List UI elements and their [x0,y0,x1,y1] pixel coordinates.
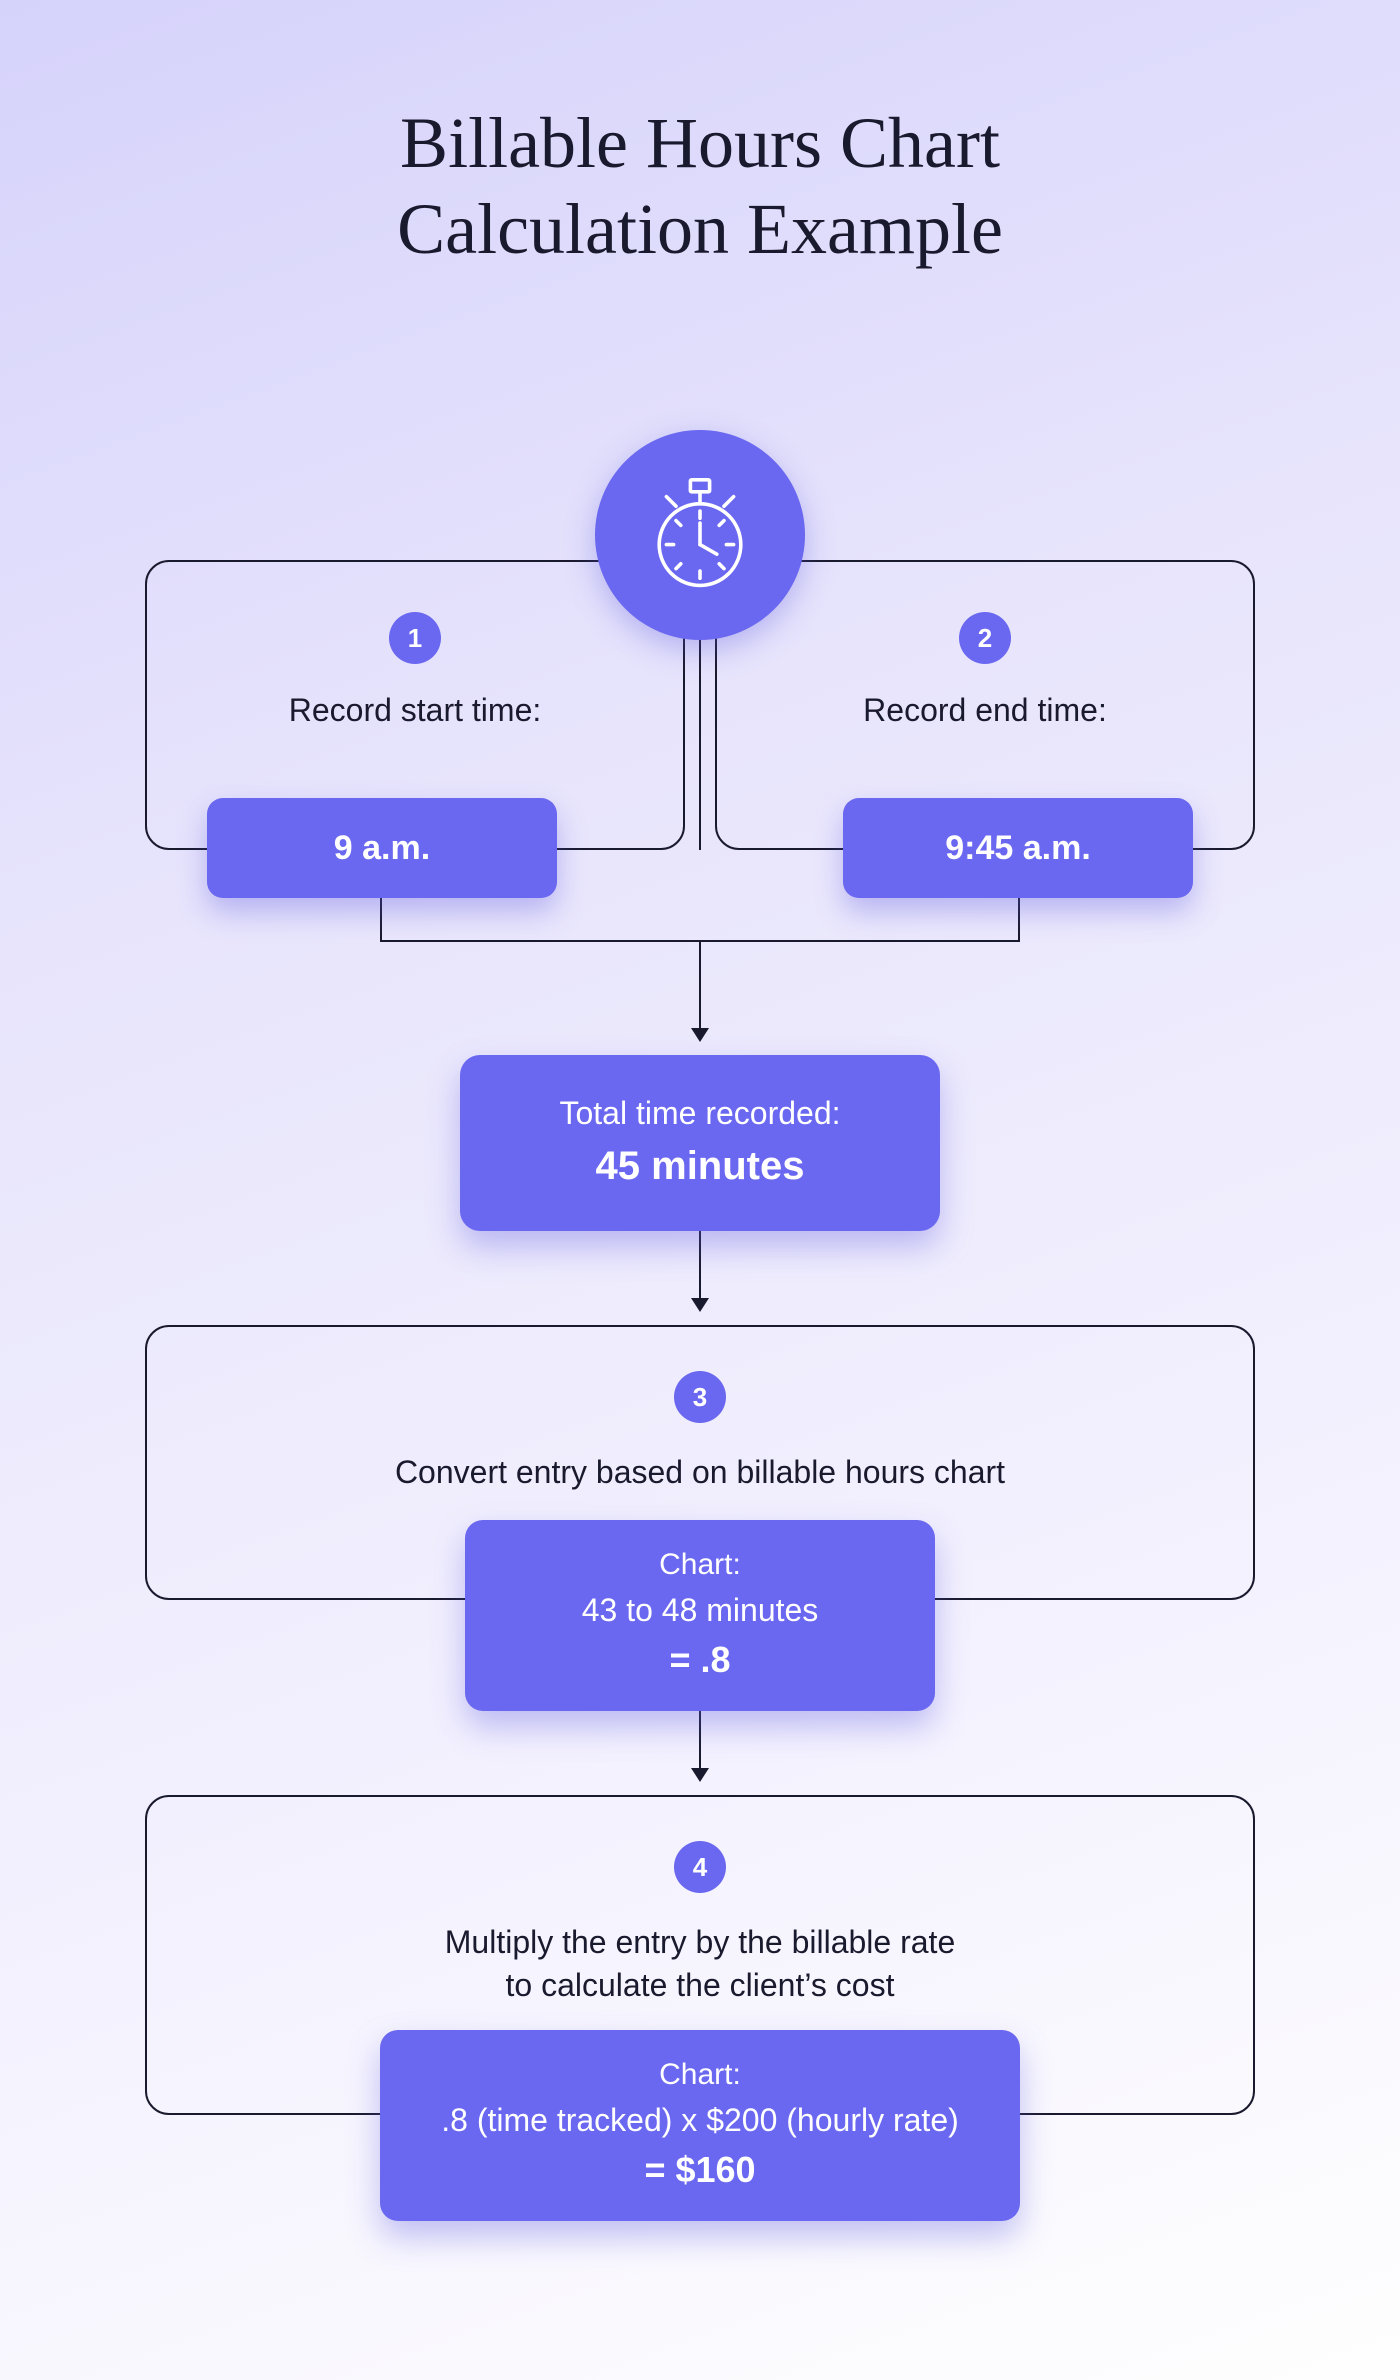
step-2-value: 9:45 a.m. [945,829,1091,868]
stopwatch-icon [595,430,805,640]
step-4-chip-line: .8 (time tracked) x $200 (hourly rate) [400,2102,1000,2139]
step-4-text-line-2: to calculate the client’s cost [506,1967,895,2003]
step-4-number: 4 [693,1852,707,1883]
step-2-value-chip: 9:45 a.m. [843,798,1193,898]
arrow-down-icon [691,1768,709,1782]
step-4-badge: 4 [674,1841,726,1893]
step-1-label: Record start time: [289,692,542,729]
page-title: Billable Hours Chart Calculation Example [0,100,1400,273]
step-3-text: Convert entry based on billable hours ch… [335,1451,1065,1494]
step-3-badge: 3 [674,1371,726,1423]
total-label: Total time recorded: [490,1095,910,1132]
step-1-value: 9 a.m. [334,829,430,868]
step-3-chip-line: 43 to 48 minutes [485,1592,915,1629]
step-4-chart-chip: Chart: .8 (time tracked) x $200 (hourly … [380,2030,1020,2221]
step-2-card: 2 Record end time: 9:45 a.m. [715,560,1255,850]
step-1-number: 1 [408,623,422,654]
step-1-value-chip: 9 a.m. [207,798,557,898]
step-3-chart-chip: Chart: 43 to 48 minutes = .8 [465,1520,935,1711]
title-line-1: Billable Hours Chart [400,103,1000,183]
step-4-chip-label: Chart: [400,2058,1000,2092]
step-4-text-line-1: Multiply the entry by the billable rate [445,1924,955,1960]
step-2-number: 2 [978,623,992,654]
arrow-down-icon [691,1298,709,1312]
step-4-chip-result: = $160 [400,2149,1000,2191]
total-value: 45 minutes [490,1144,910,1189]
arrow-down-icon [691,1028,709,1042]
step-2-label: Record end time: [863,692,1107,729]
total-time-box: Total time recorded: 45 minutes [460,1055,940,1231]
title-line-2: Calculation Example [397,189,1003,269]
connector-line [699,940,701,1040]
step-2-badge: 2 [959,612,1011,664]
step-4-text: Multiply the entry by the billable rate … [385,1921,1015,2007]
step-3-chip-result: = .8 [485,1639,915,1681]
step-3-number: 3 [693,1382,707,1413]
step-1-badge: 1 [389,612,441,664]
step-1-card: 1 Record start time: 9 a.m. [145,560,685,850]
step-3-chip-label: Chart: [485,1548,915,1582]
